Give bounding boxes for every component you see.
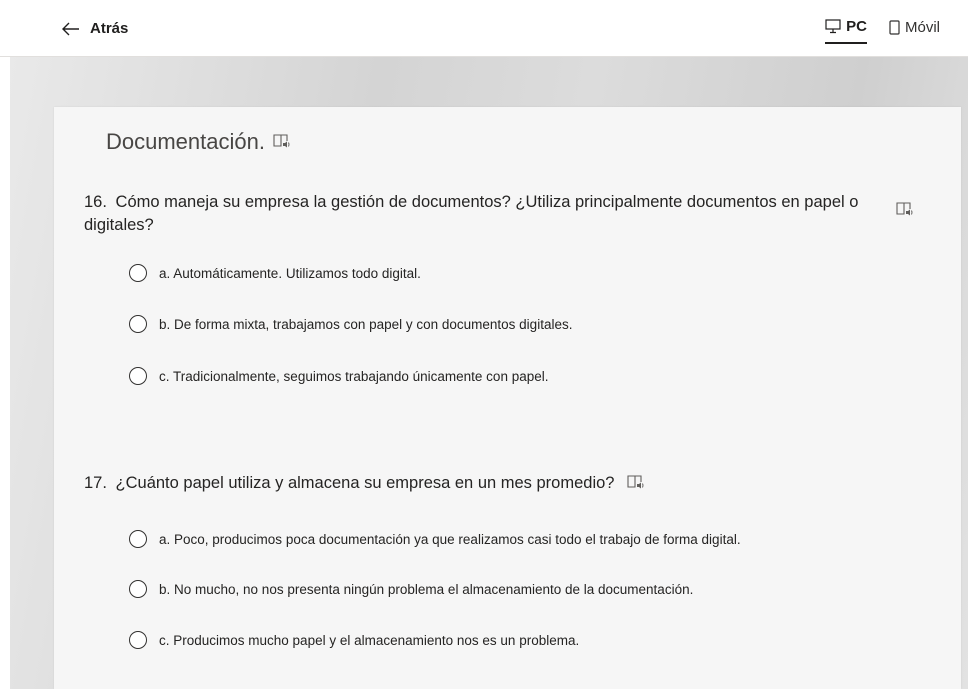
radio-button[interactable]	[129, 367, 147, 385]
option-label: c. Producimos mucho papel y el almacenam…	[159, 632, 580, 648]
radio-button[interactable]	[129, 580, 147, 598]
option-label: a. Automáticamente. Utilizamos todo digi…	[159, 265, 421, 281]
option-16a[interactable]: a. Automáticamente. Utilizamos todo digi…	[129, 264, 421, 282]
option-label: b. No mucho, no nos presenta ningún prob…	[159, 581, 694, 597]
radio-button[interactable]	[129, 530, 147, 548]
view-toggle: PC Móvil	[803, 18, 940, 44]
option-17b[interactable]: b. No mucho, no nos presenta ningún prob…	[129, 580, 693, 598]
section-title: Documentación.	[106, 129, 291, 155]
option-17a[interactable]: a. Poco, producimos poca documentación y…	[129, 530, 741, 548]
section-title-text: Documentación.	[106, 129, 265, 154]
radio-button[interactable]	[129, 264, 147, 282]
radio-button[interactable]	[129, 631, 147, 649]
option-label: b. De forma mixta, trabajamos con papel …	[159, 316, 573, 332]
view-mobile-button[interactable]: Móvil	[889, 19, 940, 43]
question-17: 17. ¿Cuánto papel utiliza y almacena su …	[84, 472, 904, 495]
view-pc-label: PC	[846, 18, 867, 35]
back-button[interactable]: Atrás	[62, 20, 128, 37]
immersive-reader-icon[interactable]	[896, 201, 914, 224]
immersive-reader-icon[interactable]	[273, 129, 291, 155]
phone-icon	[889, 20, 900, 35]
view-pc-button[interactable]: PC	[825, 18, 867, 44]
form-card: Documentación. 16. Cómo maneja su empres…	[54, 107, 961, 689]
question-number: 17.	[84, 474, 107, 492]
monitor-icon	[825, 19, 841, 34]
immersive-reader-icon[interactable]	[627, 472, 645, 495]
top-bar: Atrás PC Móvil	[0, 0, 968, 57]
question-text: Cómo maneja su empresa la gestión de doc…	[84, 193, 859, 234]
option-16b[interactable]: b. De forma mixta, trabajamos con papel …	[129, 315, 572, 333]
arrow-left-icon	[62, 22, 79, 35]
option-label: a. Poco, producimos poca documentación y…	[159, 531, 741, 547]
left-strip	[0, 57, 10, 689]
option-label: c. Tradicionalmente, seguimos trabajando…	[159, 368, 549, 384]
question-16: 16. Cómo maneja su empresa la gestión de…	[84, 191, 913, 237]
question-text: ¿Cuánto papel utiliza y almacena su empr…	[115, 474, 615, 492]
view-mobile-label: Móvil	[904, 19, 940, 36]
option-17c[interactable]: c. Producimos mucho papel y el almacenam…	[129, 631, 579, 649]
back-label: Atrás	[90, 20, 129, 37]
radio-button[interactable]	[129, 315, 147, 333]
option-16c[interactable]: c. Tradicionalmente, seguimos trabajando…	[129, 367, 548, 385]
question-number: 16.	[84, 193, 107, 211]
